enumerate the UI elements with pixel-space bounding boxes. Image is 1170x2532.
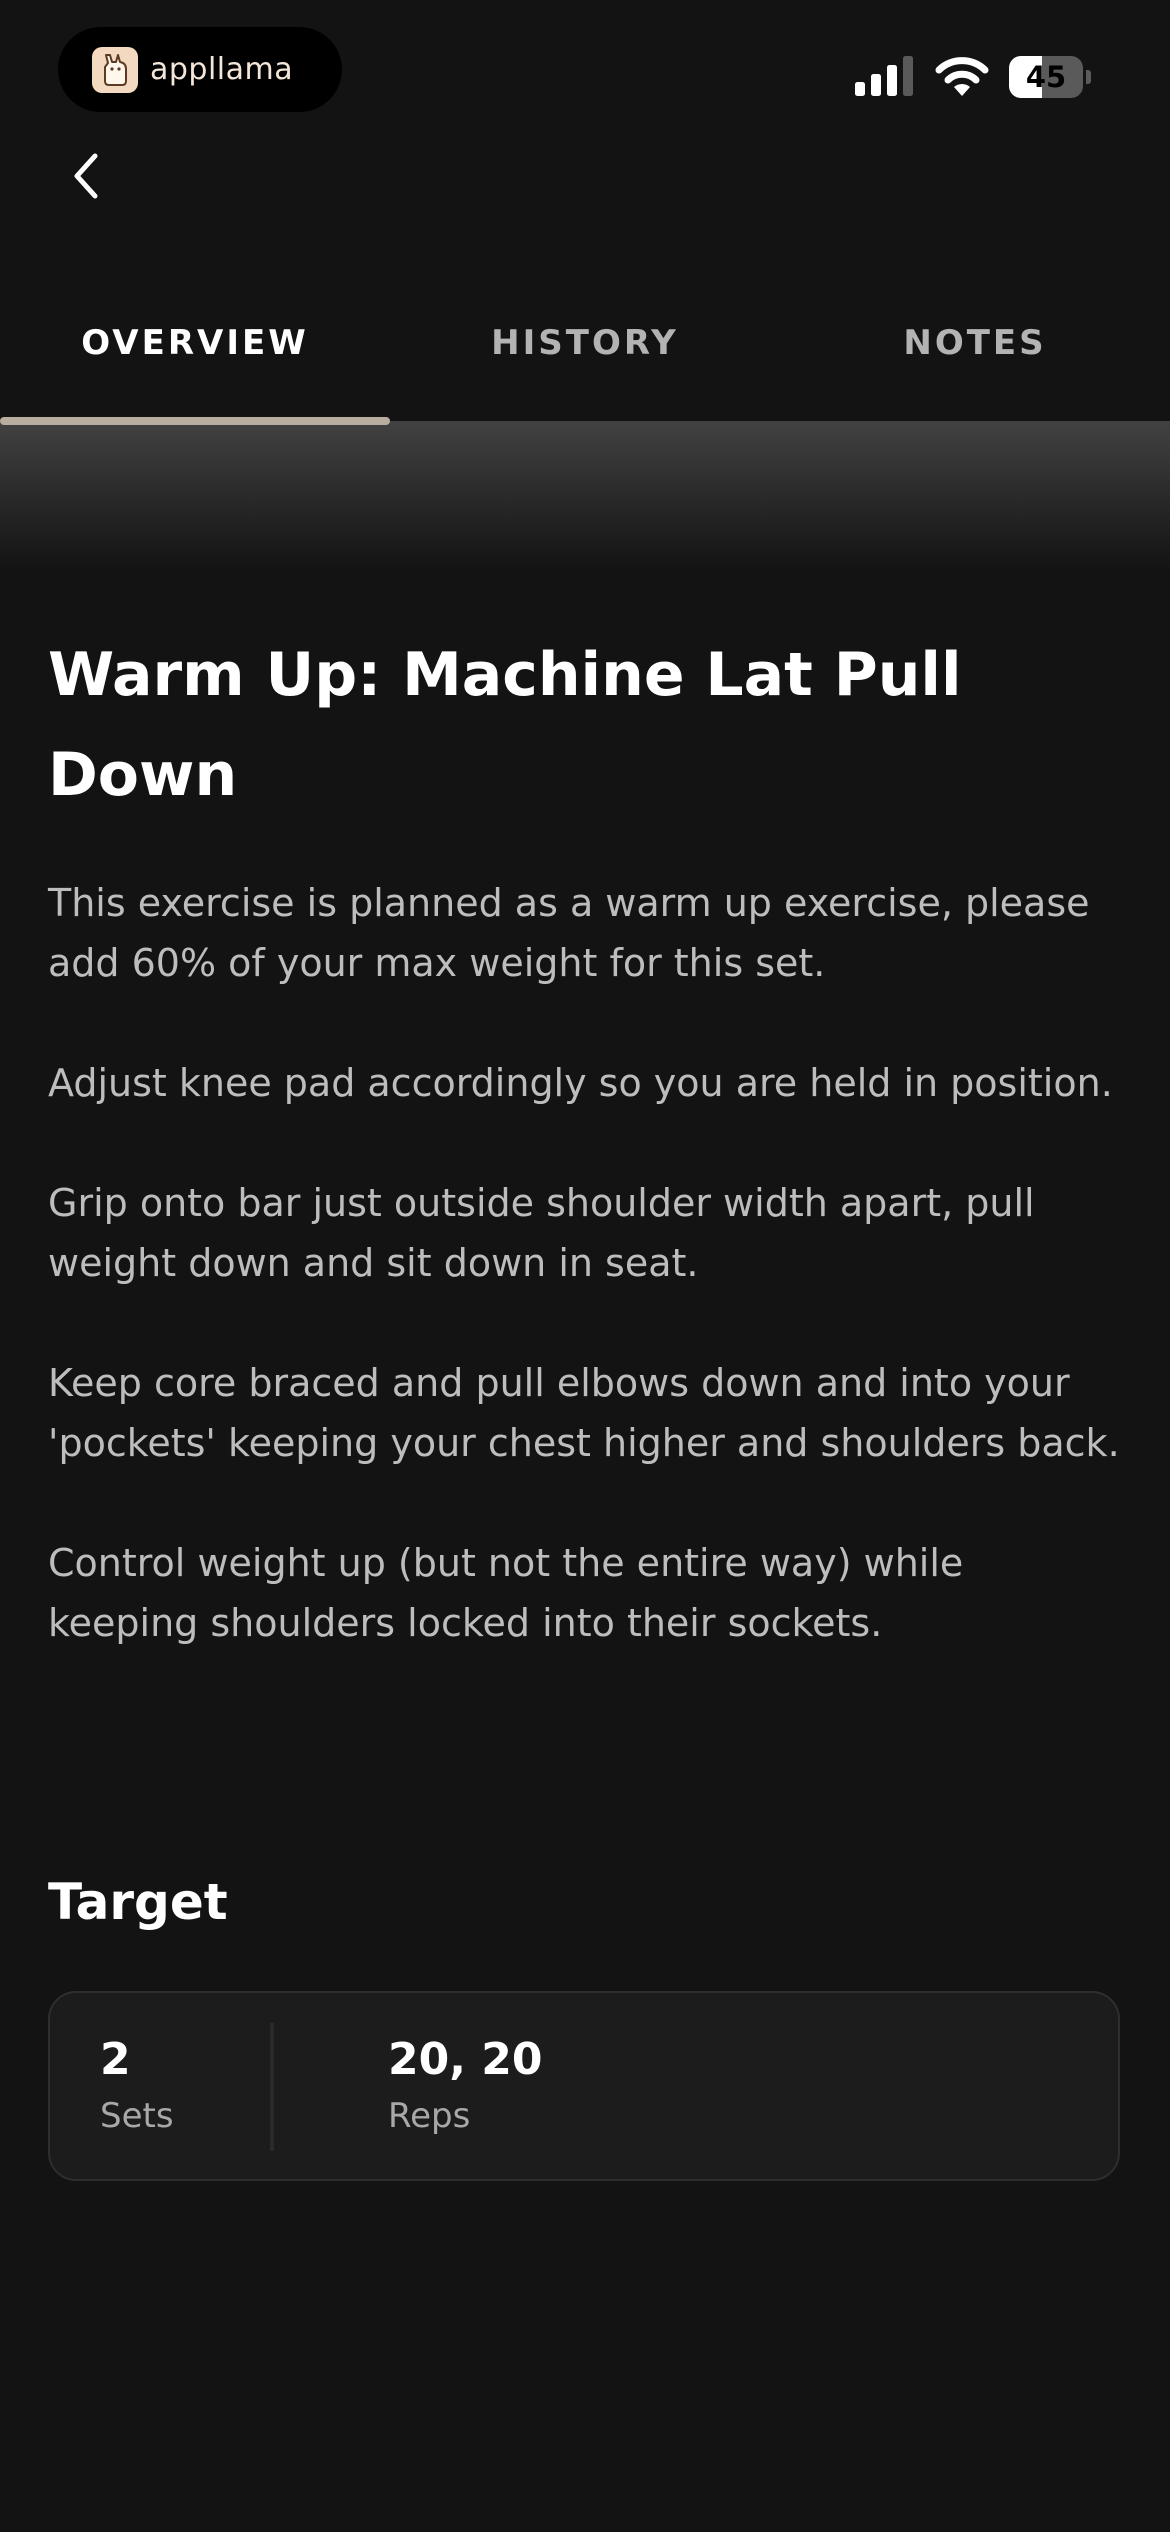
battery-tip [1086,70,1091,84]
target-card: 2 Sets 20, 20 Reps [48,1991,1120,2181]
active-tab-indicator [0,417,390,425]
battery-level: 45 [1025,60,1067,94]
exercise-description: This exercise is planned as a warm up ex… [48,873,1122,1653]
sets-stat: 2 Sets [50,1993,320,2179]
description-paragraph: This exercise is planned as a warm up ex… [48,881,1090,985]
target-heading: Target [48,1873,228,1931]
tab-overview[interactable]: OVERVIEW [0,260,390,425]
battery-icon: 45 [1009,56,1091,98]
description-paragraph: Grip onto bar just outside shoulder widt… [48,1181,1035,1285]
sets-label: Sets [100,2096,174,2136]
llama-logo-icon [92,46,138,93]
tab-notes[interactable]: NOTES [780,260,1170,425]
tab-history[interactable]: HISTORY [390,260,780,425]
reps-label: Reps [388,2096,471,2136]
sets-value: 2 [100,2034,131,2085]
status-bar: appllama 45 [0,0,1170,140]
exercise-overview: Warm Up: Machine Lat Pull Down This exer… [48,625,1122,1713]
description-paragraph: Adjust knee pad accordingly so you are h… [48,1061,1113,1105]
reps-stat: 20, 20 Reps [320,1993,543,2179]
reps-value: 20, 20 [388,2034,543,2085]
back-button[interactable] [56,145,116,207]
tab-bar: OVERVIEW HISTORY NOTES [0,260,1170,425]
stat-divider [270,2023,274,2151]
description-paragraph: Control weight up (but not the entire wa… [48,1541,964,1645]
cellular-signal-icon [855,56,913,96]
exercise-title: Warm Up: Machine Lat Pull Down [48,640,962,810]
wifi-icon [935,57,989,96]
app-name: appllama [150,52,294,87]
tab-bar-shadow [0,421,1170,571]
description-paragraph: Keep core braced and pull elbows down an… [48,1361,1120,1465]
app-indicator-pill[interactable]: appllama [58,27,342,112]
chevron-left-icon [74,153,98,199]
